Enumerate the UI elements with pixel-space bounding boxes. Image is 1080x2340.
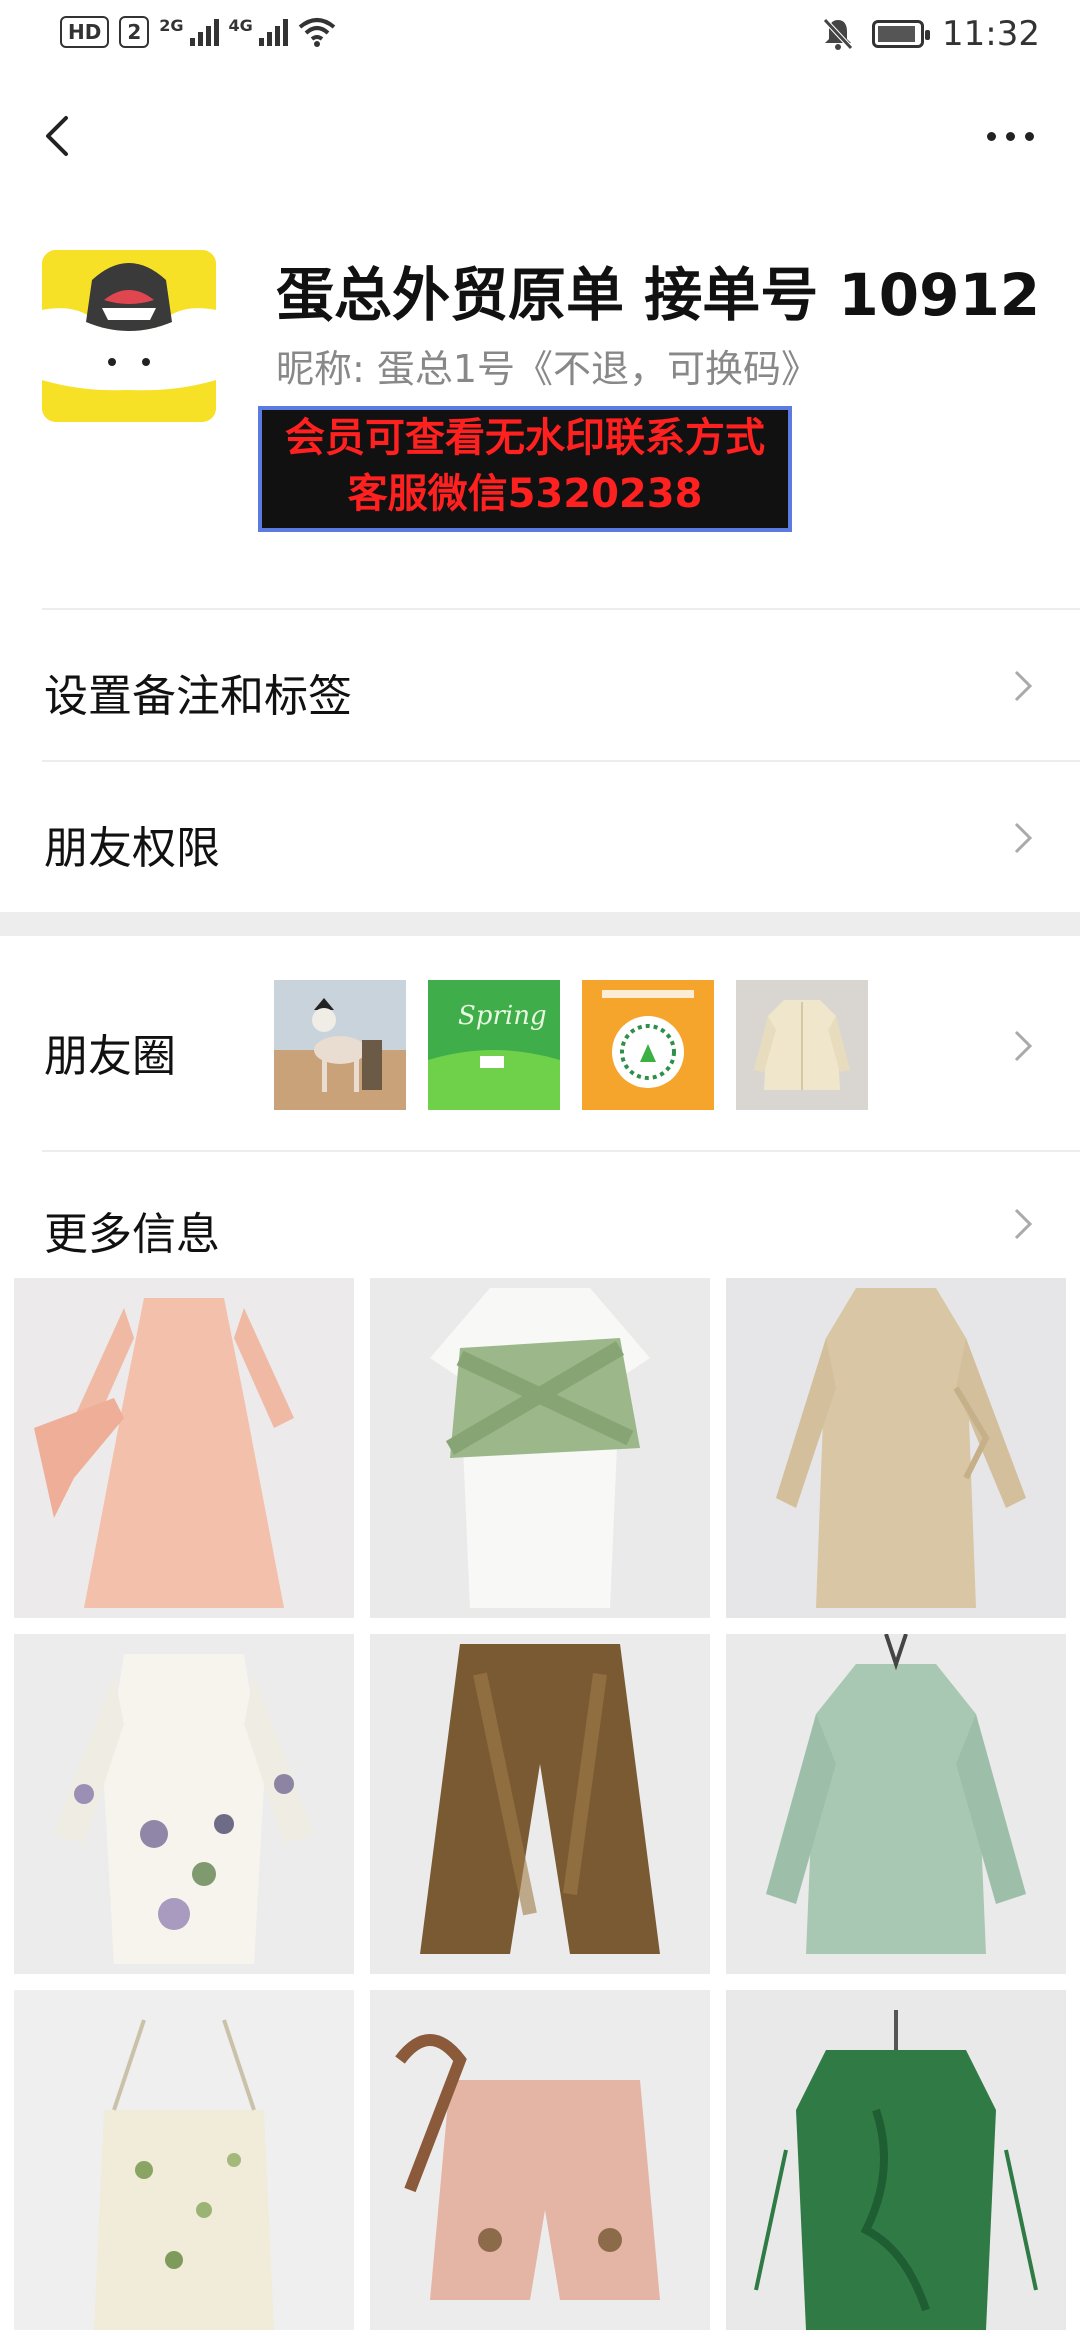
- gallery-photo-sage-dress[interactable]: [726, 1634, 1066, 1974]
- wifi-icon: [298, 18, 336, 47]
- section-gap: [0, 912, 1080, 936]
- gallery-photo-white-green-dress[interactable]: [370, 1278, 710, 1618]
- chevron-right-icon: [1014, 670, 1033, 702]
- back-arrow-icon[interactable]: [30, 106, 90, 166]
- banner-line-2: 客服微信5320238: [347, 471, 703, 517]
- hd-badge: HD: [60, 16, 110, 48]
- moments-thumb-dog[interactable]: [274, 980, 406, 1110]
- battery-icon: [872, 20, 931, 48]
- watermark-banner: 会员可查看无水印联系方式 客服微信5320238: [258, 406, 792, 532]
- friend-permissions-label: 朋友权限: [44, 823, 220, 874]
- gallery-photo-pink-dress[interactable]: [14, 1278, 354, 1618]
- moments-thumb-qr-poster[interactable]: [582, 980, 714, 1110]
- moments-label: 朋友圈: [44, 1031, 176, 1082]
- gallery-photo-beige-dress[interactable]: [726, 1278, 1066, 1618]
- gallery-photo-floral-dress[interactable]: [14, 1634, 354, 1974]
- more-dots-icon[interactable]: [970, 106, 1050, 166]
- more-info-row[interactable]: 更多信息: [0, 1152, 1080, 1278]
- remarks-tags-label: 设置备注和标签: [44, 671, 352, 722]
- chevron-right-icon: [1014, 1030, 1033, 1062]
- profile-nickname: 昵称: 蛋总1号《不退，可换码》: [276, 347, 820, 391]
- friend-permissions-row[interactable]: 朋友权限: [0, 762, 1080, 912]
- remarks-tags-row[interactable]: 设置备注和标签: [0, 610, 1080, 760]
- svg-text:Spring: Spring: [458, 1001, 547, 1031]
- signal-icon: [258, 18, 288, 46]
- moments-thumb-jacket[interactable]: [736, 980, 868, 1110]
- gallery-photo-velvet-pants[interactable]: [370, 1634, 710, 1974]
- moments-thumb-spring[interactable]: Spring: [428, 980, 560, 1110]
- chevron-right-icon: [1014, 1208, 1033, 1240]
- chevron-right-icon: [1014, 822, 1033, 854]
- network-type-2: 4G: [228, 16, 253, 35]
- avatar[interactable]: [42, 250, 216, 422]
- moments-thumbnails: Spring: [274, 980, 868, 1110]
- mute-bell-icon: [823, 18, 853, 50]
- network-type-1: 2G: [159, 16, 184, 35]
- sim-badge: 2: [119, 16, 150, 48]
- clock-time: 11:32: [942, 14, 1040, 54]
- top-nav-bar: [0, 80, 1080, 200]
- profile-name: 蛋总外贸原单 接单号 10912: [276, 261, 1041, 329]
- gallery-photo-green-vest[interactable]: [726, 1990, 1066, 2330]
- more-info-label: 更多信息: [44, 1209, 220, 1260]
- status-bar: HD 2 2G 4G 11:32: [0, 0, 1080, 76]
- gallery-photo-pink-shorts[interactable]: [370, 1990, 710, 2330]
- photo-gallery: [14, 1278, 1066, 2340]
- gallery-photo-floral-camisole[interactable]: [14, 1990, 354, 2330]
- banner-line-1: 会员可查看无水印联系方式: [285, 415, 765, 461]
- signal-icon: [189, 18, 219, 46]
